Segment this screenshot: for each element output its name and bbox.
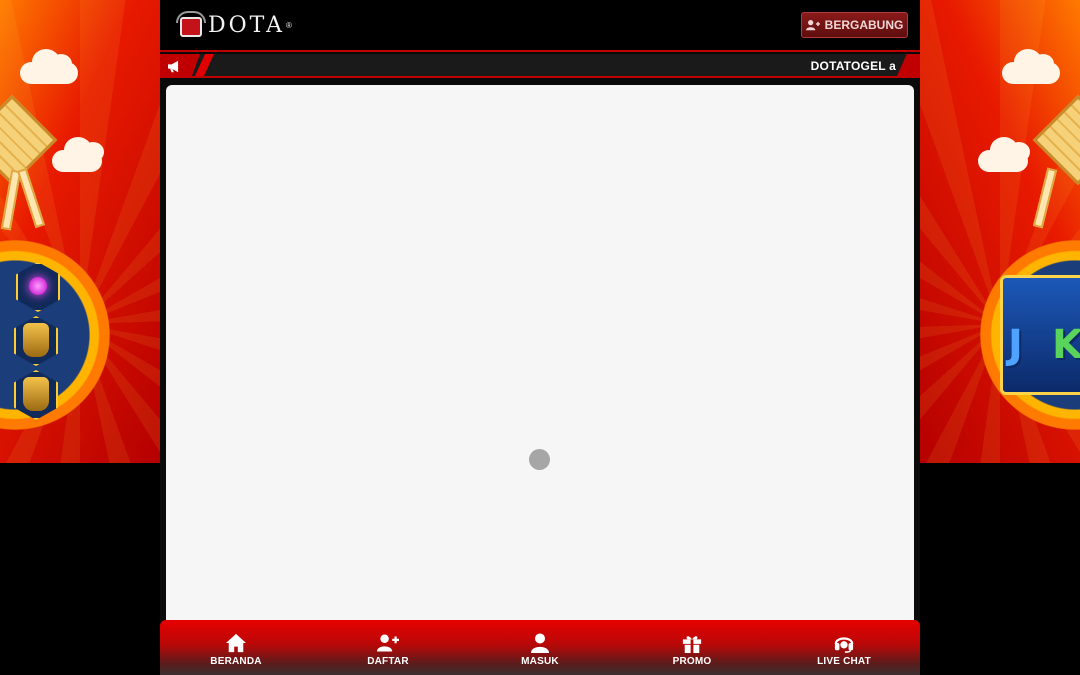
ticker-track: DOTATOGEL a [216,54,896,76]
nav-item-beranda[interactable]: BERANDA [160,620,312,675]
nav-item-daftar[interactable]: DAFTAR [312,620,464,675]
announcement-ticker: DOTATOGEL a [160,54,920,78]
user-icon [530,632,550,653]
megaphone-icon [168,60,179,72]
nav-item-live-chat[interactable]: LIVE CHAT [768,620,920,675]
nav-item-masuk[interactable]: MASUK [464,620,616,675]
gift-icon [682,635,702,653]
ticker-icon-box [160,54,200,76]
user-plus-icon [377,634,399,651]
join-button[interactable]: BERGABUNG [801,12,908,38]
nav-label: MASUK [521,655,559,667]
left-promo-banner[interactable] [0,0,160,463]
cloud-decoration [52,137,104,172]
top-header: DOTA ® BERGABUNG [160,0,920,52]
logo-mark-icon [176,11,206,39]
nav-label: PROMO [672,655,712,667]
nav-item-promo[interactable]: PROMO [616,620,768,675]
home-icon [226,633,246,652]
site-logo[interactable]: DOTA ® [176,10,292,40]
cloud-decoration [978,137,1030,172]
ticker-end-cap [896,54,920,76]
reel-symbol: J [1008,322,1023,368]
nav-label: DAFTAR [367,655,409,667]
cloud-decoration [20,49,78,84]
pharaoh-symbol [23,323,49,357]
content-panel [166,85,914,635]
loading-spinner [529,449,550,470]
registered-mark: ® [286,20,292,30]
cloud-decoration [1002,49,1060,84]
nav-label: BERANDA [210,655,262,667]
bottom-navigation: BERANDA DAFTAR MASUK PROMO LIVE CHAT [160,620,920,675]
user-plus-icon [805,20,820,31]
ticker-text: DOTATOGEL a [810,59,896,73]
join-button-label: BERGABUNG [824,18,904,32]
right-promo-banner[interactable]: J K [920,0,1080,463]
logo-text: DOTA [208,12,286,38]
main-column: DOTA ® BERGABUNG DOTATOGEL a BERANDA DAF… [160,0,920,675]
pharaoh-symbol [23,377,49,411]
gem-symbol [29,277,47,295]
nav-label: LIVE CHAT [817,655,871,667]
headset-icon [834,636,854,653]
reel-symbol: K [1052,322,1080,368]
